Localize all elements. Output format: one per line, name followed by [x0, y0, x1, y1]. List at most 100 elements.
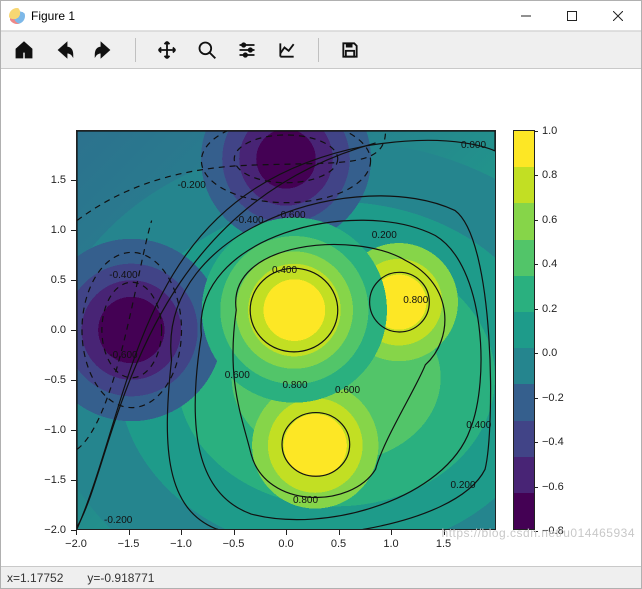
ytick	[71, 380, 76, 381]
contour-label: 0.200	[450, 480, 477, 491]
colorbar-tick	[534, 175, 538, 176]
status-bar: x=1.17752 y=-0.918771	[1, 566, 641, 588]
colorbar-tick	[534, 531, 538, 532]
contour-label: 0.800	[402, 295, 429, 306]
contour-lines	[77, 131, 495, 529]
xtick	[444, 530, 445, 535]
ytick-label: −1.5	[44, 474, 66, 486]
ytick-label: −0.5	[44, 374, 66, 386]
contour-label: 0.200	[371, 230, 398, 241]
ytick-label: −2.0	[44, 524, 66, 536]
matplotlib-toolbar	[1, 31, 641, 69]
colorbar-tick-label: 0.2	[542, 303, 557, 315]
xtick	[339, 530, 340, 535]
colorbar-tick	[534, 131, 538, 132]
colorbar-tick	[534, 264, 538, 265]
forward-button[interactable]	[89, 36, 119, 64]
edit-axes-button[interactable]	[272, 36, 302, 64]
colorbar-tick-label: 0.0	[542, 347, 557, 359]
ytick	[71, 430, 76, 431]
xtick	[234, 530, 235, 535]
ytick	[71, 180, 76, 181]
ytick-label: 0.5	[51, 274, 66, 286]
pan-button[interactable]	[152, 36, 182, 64]
contour-label: 0.800	[292, 495, 319, 506]
colorbar-band	[514, 240, 534, 276]
cursor-y: y=-0.918771	[87, 571, 154, 585]
zoom-button[interactable]	[192, 36, 222, 64]
xtick	[181, 530, 182, 535]
close-button[interactable]	[595, 1, 641, 31]
xtick	[286, 530, 287, 535]
colorbar-tick	[534, 353, 538, 354]
ytick	[71, 280, 76, 281]
contour-label: -0.200	[103, 515, 133, 526]
home-button[interactable]	[9, 36, 39, 64]
ytick-label: 1.0	[51, 224, 66, 236]
ytick-label: 0.0	[51, 324, 66, 336]
contour-label: 0.400	[465, 420, 492, 431]
cursor-x: x=1.17752	[7, 571, 63, 585]
contour-label: -0.200	[177, 180, 207, 191]
ytick	[71, 230, 76, 231]
colorbar-tick-label: 0.6	[542, 214, 557, 226]
colorbar-band	[514, 457, 534, 493]
colorbar-band	[514, 421, 534, 457]
colorbar-band	[514, 167, 534, 203]
colorbar-tick	[534, 442, 538, 443]
contour-label: -0.400	[234, 215, 264, 226]
contour-label: 0.600	[224, 370, 251, 381]
contour-label: -0.600	[108, 350, 138, 361]
colorbar-tick-label: 0.8	[542, 169, 557, 181]
colorbar-tick	[534, 220, 538, 221]
toolbar-separator	[135, 38, 136, 62]
colorbar-band	[514, 493, 534, 529]
xtick	[129, 530, 130, 535]
xtick-label: −1.0	[170, 538, 192, 550]
contour-label: 0.000	[460, 140, 487, 151]
colorbar: −0.8−0.6−0.4−0.20.00.20.40.60.81.0	[513, 130, 535, 530]
colorbar-band	[514, 348, 534, 384]
xtick-label: −1.5	[118, 538, 140, 550]
configure-subplots-button[interactable]	[232, 36, 262, 64]
back-button[interactable]	[49, 36, 79, 64]
ytick	[71, 530, 76, 531]
xtick-label: 1.5	[436, 538, 451, 550]
maximize-button[interactable]	[549, 1, 595, 31]
colorbar-band	[514, 203, 534, 239]
colorbar-tick	[534, 309, 538, 310]
contour-label: -0.600	[276, 210, 306, 221]
colorbar-tick-label: −0.6	[542, 481, 564, 493]
colorbar-tick-label: −0.4	[542, 436, 564, 448]
contour-label: -0.400	[108, 270, 138, 281]
ytick-label: 1.5	[51, 174, 66, 186]
ytick	[71, 330, 76, 331]
minimize-button[interactable]	[503, 1, 549, 31]
window-titlebar: Figure 1	[1, 1, 641, 31]
save-button[interactable]	[335, 36, 365, 64]
colorbar-tick-label: −0.2	[542, 392, 564, 404]
contour-label: 0.800	[282, 380, 309, 391]
colorbar-tick-label: −0.8	[542, 525, 564, 537]
colorbar-tick	[534, 487, 538, 488]
toolbar-separator	[318, 38, 319, 62]
xtick-label: −2.0	[65, 538, 87, 550]
xtick-label: 0.5	[331, 538, 346, 550]
xtick-label: 1.0	[383, 538, 398, 550]
colorbar-band	[514, 384, 534, 420]
axes-frame: 0.000 -0.200 -0.200 -0.400 -0.400 -0.600 -0.60…	[76, 130, 496, 530]
figure-canvas[interactable]: 0.000 -0.200 -0.200 -0.400 -0.400 -0.600 -0.60…	[1, 70, 641, 566]
colorbar-band	[514, 131, 534, 167]
colorbar-band	[514, 312, 534, 348]
window-title: Figure 1	[31, 9, 75, 23]
colorbar-tick	[534, 398, 538, 399]
xtick	[76, 530, 77, 535]
xtick	[391, 530, 392, 535]
app-icon	[9, 8, 25, 24]
contour-label: 0.400	[271, 265, 298, 276]
ytick	[71, 480, 76, 481]
axes[interactable]: 0.000 -0.200 -0.200 -0.400 -0.400 -0.600 -0.60…	[76, 130, 496, 530]
colorbar-band	[514, 276, 534, 312]
xtick-label: 0.0	[278, 538, 293, 550]
colorbar-tick-label: 0.4	[542, 258, 557, 270]
